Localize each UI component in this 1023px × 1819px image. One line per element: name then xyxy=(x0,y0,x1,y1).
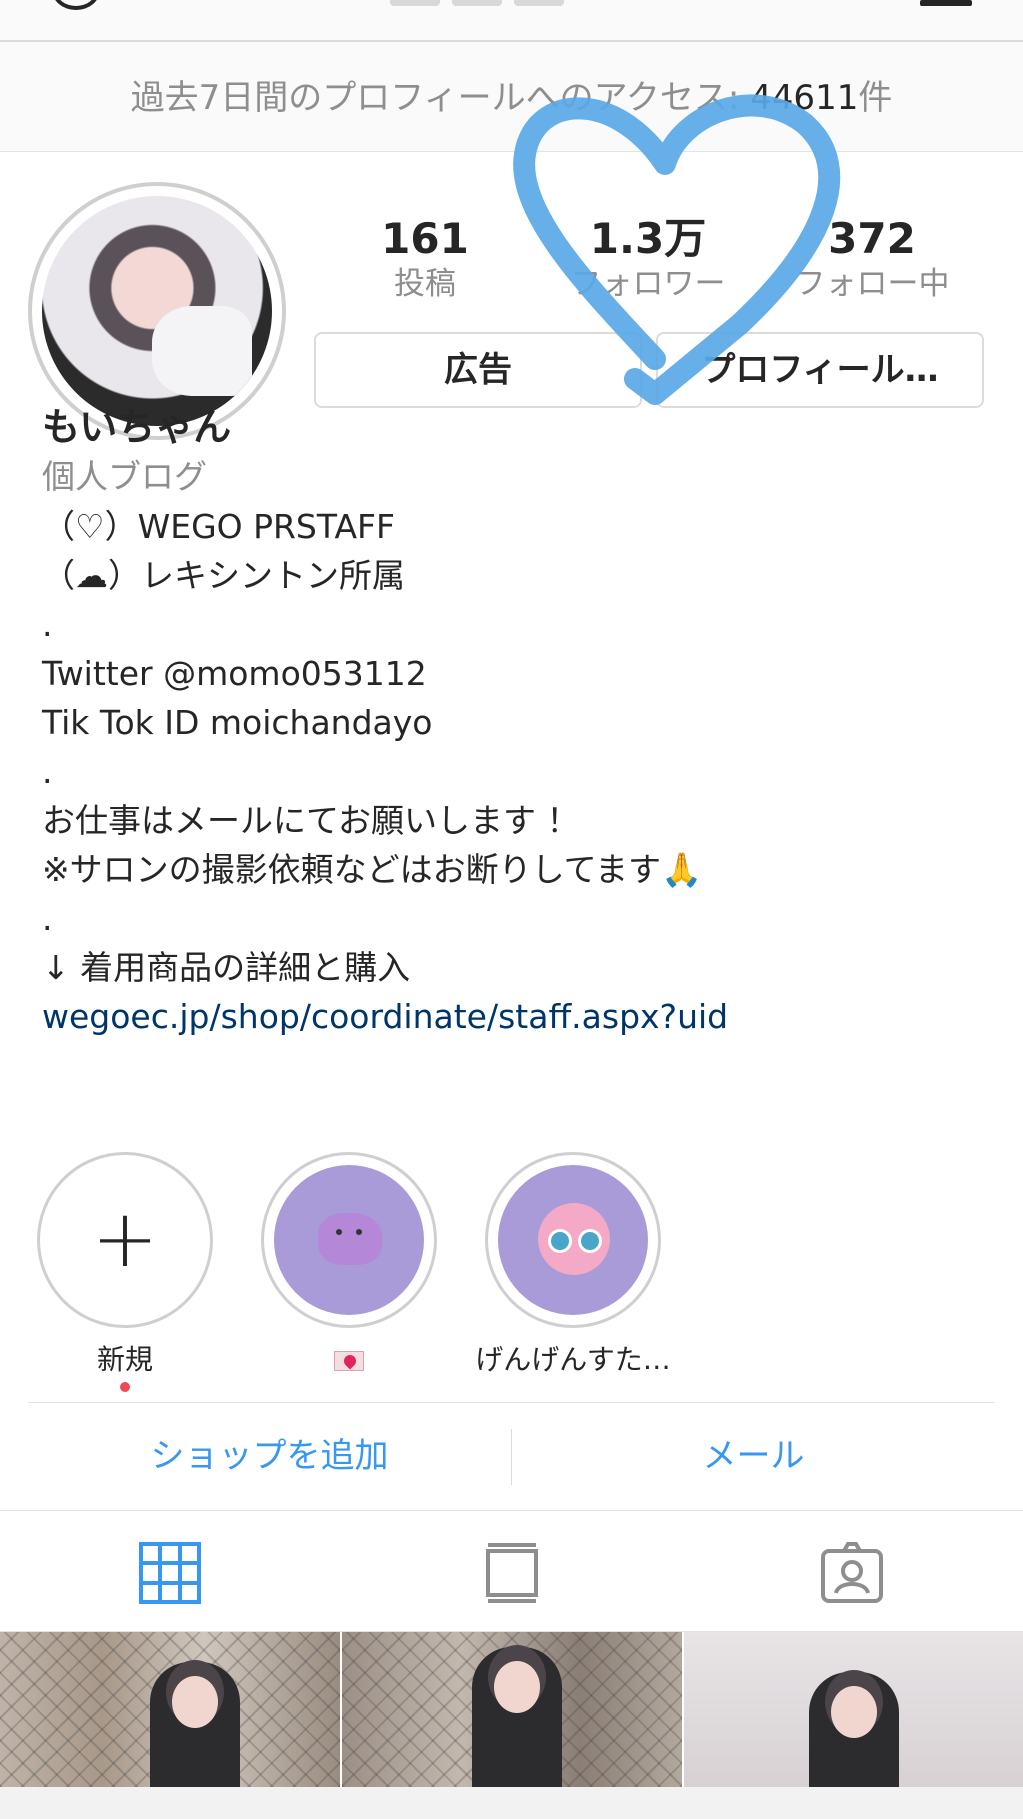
stat-followers-label: フォロワー xyxy=(570,266,726,302)
bio-line: ※サロンの撮影依頼などはお断りしてます🙏 xyxy=(42,850,703,889)
notification-dot xyxy=(120,1382,130,1392)
profile-section: 161 投稿 1.3万 フォロワー 372 フォロー中 広告 プロフィール… も… xyxy=(0,94,1023,1510)
person-figure xyxy=(809,1672,899,1787)
envelope-heart-icon xyxy=(334,1351,364,1371)
post-thumbnail[interactable] xyxy=(684,1632,1023,1787)
insights-suffix: 件 xyxy=(858,78,893,118)
person-figure xyxy=(150,1662,240,1787)
edit-profile-button[interactable]: プロフィール… xyxy=(656,332,984,408)
bio-line: . xyxy=(42,899,53,938)
highlight-label xyxy=(249,1340,449,1380)
insights-banner[interactable]: 過去7日間のプロフィールへのアクセス: 44611件 xyxy=(0,42,1023,152)
stat-posts-label: 投稿 xyxy=(394,266,456,302)
stat-following-value: 372 xyxy=(828,214,916,263)
insights-count: 44611 xyxy=(750,78,859,118)
bottom-strip xyxy=(0,1787,1023,1819)
bio-line: . xyxy=(42,605,53,644)
post-thumbnail[interactable] xyxy=(0,1632,340,1787)
top-navigation-bar xyxy=(0,0,1023,42)
avatar-photo xyxy=(42,196,272,426)
pink-puff-icon xyxy=(538,1203,610,1275)
stat-followers[interactable]: 1.3万 フォロワー xyxy=(548,214,748,304)
contact-bar: ショップを追加 メール xyxy=(28,1402,995,1510)
highlight-gen-ring xyxy=(485,1152,661,1328)
bio-line: Twitter @momo053112 xyxy=(42,654,427,693)
stat-following-label: フォロー中 xyxy=(794,266,950,302)
mail-button[interactable]: メール xyxy=(512,1403,995,1509)
plus-icon: + xyxy=(91,1192,159,1285)
profile-tabs xyxy=(0,1510,1023,1632)
ad-button[interactable]: 広告 xyxy=(314,332,642,408)
stat-followers-value: 1.3万 xyxy=(589,214,707,263)
bio-line: お仕事はメールにてお願いします ！ xyxy=(42,801,580,840)
highlight-new-ring: + xyxy=(37,1152,213,1328)
highlight-gen[interactable]: げんげんすた… xyxy=(473,1152,673,1380)
grid-icon[interactable] xyxy=(138,1541,202,1605)
highlight-mail[interactable] xyxy=(249,1152,449,1380)
highlight-cover xyxy=(498,1165,648,1315)
stat-following[interactable]: 372 フォロー中 xyxy=(772,214,972,304)
stat-posts[interactable]: 161 投稿 xyxy=(325,214,525,304)
username-title[interactable] xyxy=(390,0,630,8)
bio-line: （♡）WEGO PRSTAFF xyxy=(42,507,396,546)
profile-name: もいちゃん xyxy=(42,405,232,449)
highlight-mail-ring xyxy=(261,1152,437,1328)
bio-line: . xyxy=(42,752,53,791)
person-figure xyxy=(472,1647,562,1787)
bio-line: ↓ 着用商品の詳細と購入 xyxy=(42,948,411,987)
purple-blob-icon xyxy=(318,1213,382,1265)
feed-icon[interactable] xyxy=(480,1541,544,1605)
tagged-icon[interactable] xyxy=(820,1541,884,1605)
insights-label: 過去7日間のプロフィールへのアクセス: xyxy=(130,78,751,118)
highlight-cover xyxy=(274,1165,424,1315)
post-thumbnail[interactable] xyxy=(342,1632,682,1787)
bio-line: （☁）レキシントン所属 xyxy=(42,556,405,595)
stat-posts-value: 161 xyxy=(381,214,469,263)
bio-line: Tik Tok ID moichandayo xyxy=(42,703,433,742)
settings-icon[interactable] xyxy=(52,0,100,10)
highlight-label: げんげんすた… xyxy=(475,1343,671,1376)
menu-icon[interactable] xyxy=(920,0,972,6)
bio: もいちゃん 個人ブログ （♡）WEGO PRSTAFF （☁）レキシントン所属 … xyxy=(42,402,1002,1041)
profile-category: 個人ブログ xyxy=(42,457,207,496)
add-shop-button[interactable]: ショップを追加 xyxy=(28,1403,511,1509)
highlight-new[interactable]: + 新規 xyxy=(25,1152,225,1392)
highlight-label: 新規 xyxy=(96,1343,153,1376)
bio-link[interactable]: wegoec.jp/shop/coordinate/staff.aspx?uid xyxy=(42,992,1002,1041)
